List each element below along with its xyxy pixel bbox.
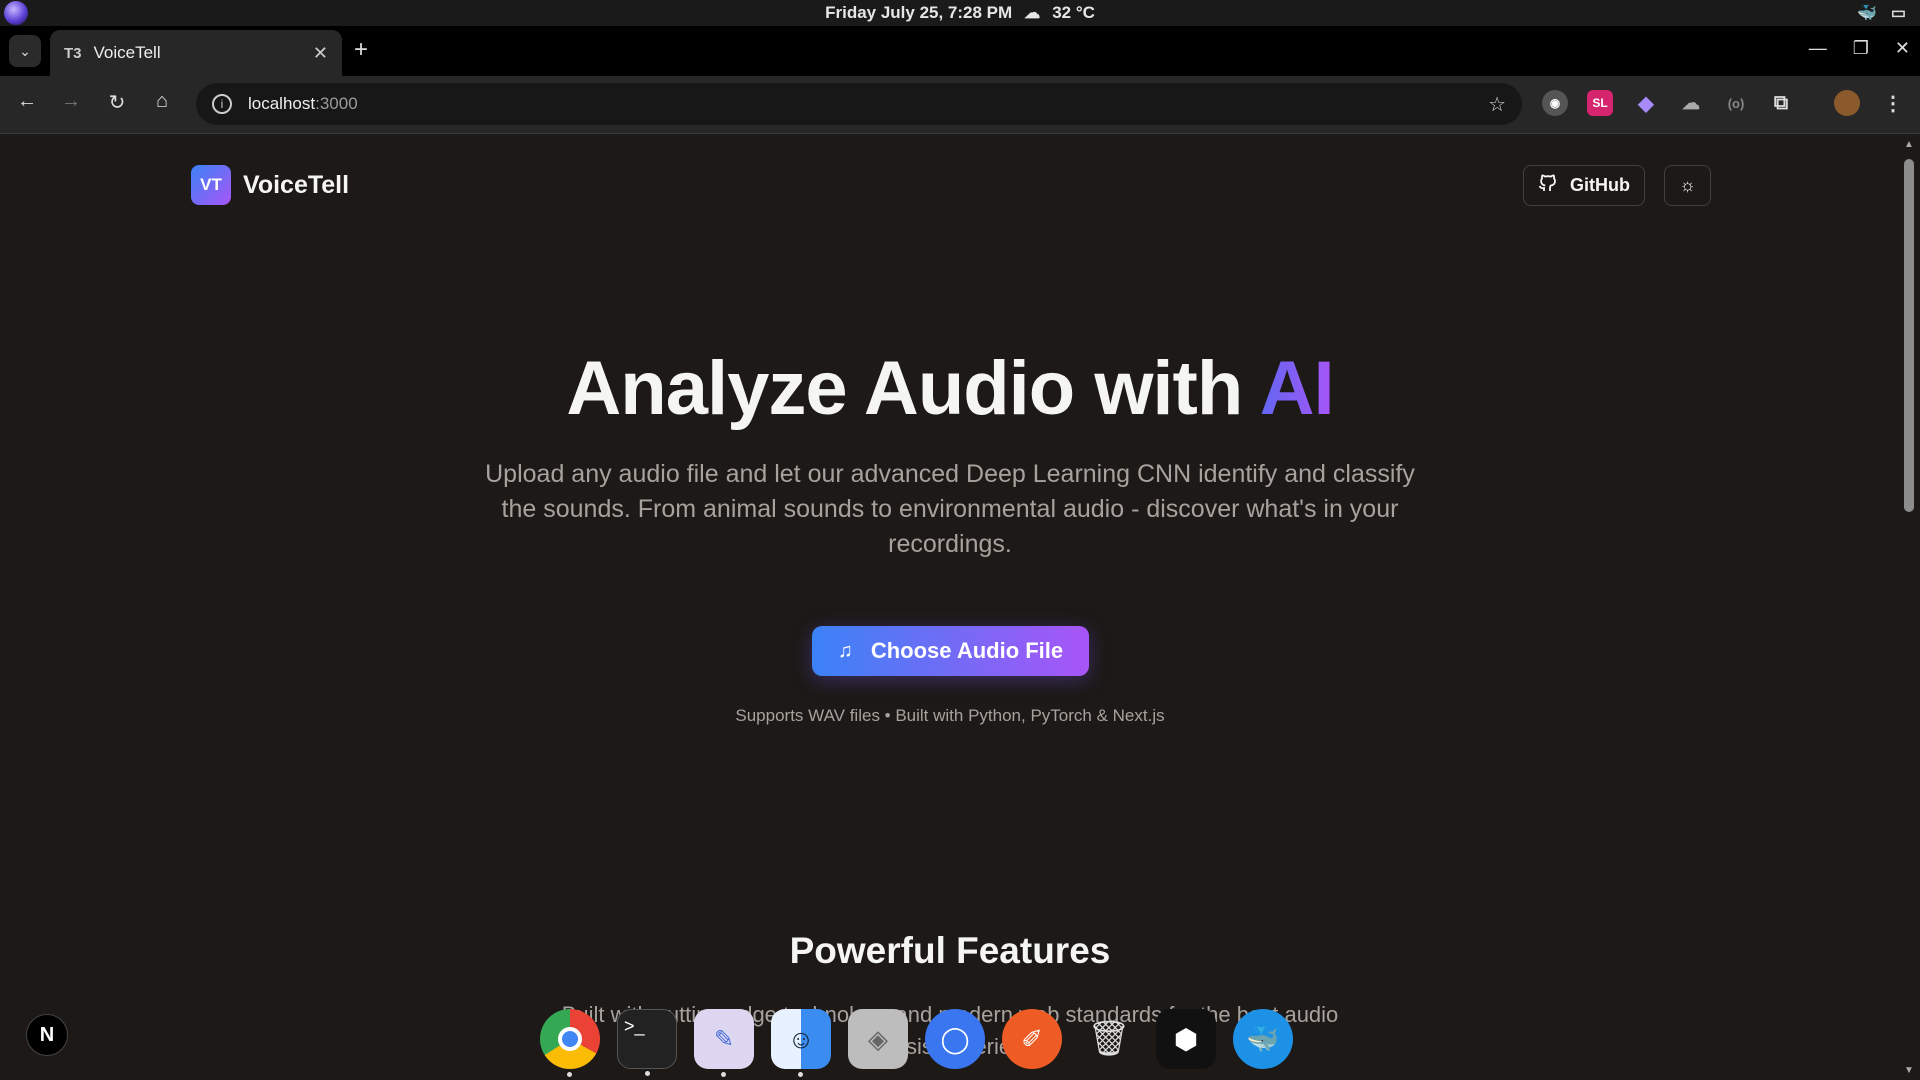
close-window-icon[interactable]: ✕ [1895,38,1910,59]
cta-label: Choose Audio File [870,638,1064,663]
features-title: Powerful Features [789,930,1111,971]
browser-menu-icon[interactable]: ⋮ [1880,90,1906,116]
github-icon [1538,173,1556,198]
home-icon[interactable]: ⌂ [147,90,177,113]
hero-title-prefix: Analyze Audio with [566,346,1260,431]
docker-tray-icon[interactable]: 🐳 [1857,3,1877,23]
bookmark-star-icon[interactable]: ☆ [1488,92,1506,117]
extension-sl-icon[interactable]: SL [1587,90,1613,116]
tab-favicon-icon: T3 [64,44,82,62]
brand-logo: VT [191,165,231,205]
back-arrow-icon[interactable]: ← [12,90,42,113]
text-editor-icon[interactable]: ✎ [694,1009,754,1077]
browser-tab-strip: ⌄ T3 VoiceTell ✕ + — ❐ ✕ [0,26,1920,76]
sun-icon: ☼ [1679,175,1696,195]
cube-app-icon[interactable]: ⬢ [1156,1009,1216,1069]
extension-cloud-icon[interactable]: ☁ [1678,90,1704,116]
os-menu-icon[interactable] [4,1,28,25]
tab-search-button[interactable]: ⌄ [9,35,41,67]
os-top-bar: Friday July 25, 7:28 PM ☁ 32 °C 🐳 ▭ [0,0,1920,26]
new-tab-button[interactable]: + [354,36,368,64]
scroll-down-icon[interactable]: ▼ [1904,1065,1914,1076]
address-port: :3000 [315,94,358,113]
browser-toolbar: ← → ↻ ⌂ i localhost :3000 ☆ ◉ SL ◆ ☁ (o)… [0,76,1920,134]
profile-avatar[interactable] [1834,90,1860,116]
tab-title: VoiceTell [93,43,161,62]
address-bar[interactable]: i localhost :3000 ☆ [196,83,1522,125]
terminal-icon[interactable]: >_ [617,1009,677,1076]
hero-subtitle: Upload any audio file and let our advanc… [485,460,1415,558]
choose-audio-file-button[interactable]: ♫ Choose Audio File [812,626,1089,676]
extension-broadcast-icon[interactable]: (o) [1723,90,1749,116]
scroll-up-icon[interactable]: ▲ [1904,139,1914,150]
extension-owl-icon[interactable]: ◉ [1542,90,1568,116]
chrome-icon[interactable] [540,1009,600,1077]
extension-diamond-icon[interactable]: ◆ [1633,90,1659,116]
address-host: localhost [248,94,316,113]
hero-title: Analyze Audio with AI [0,345,1900,432]
scrollbar-thumb[interactable] [1904,159,1914,512]
page-content: VT VoiceTell GitHub ☼ Analyze Audio with… [0,135,1898,1080]
github-label: GitHub [1570,175,1630,195]
supports-note: Supports WAV files • Built with Python, … [735,706,1165,725]
docker-icon[interactable]: 🐳 [1233,1009,1293,1069]
nextjs-dev-badge[interactable]: N [26,1014,68,1056]
brave-icon[interactable]: ◈ [848,1009,908,1069]
os-clock[interactable]: Friday July 25, 7:28 PM [825,3,1012,23]
theme-toggle-button[interactable]: ☼ [1664,165,1711,206]
site-info-icon[interactable]: i [212,94,232,114]
os-temperature: 32 °C [1052,3,1095,22]
minimize-icon[interactable]: — [1809,38,1827,59]
music-note-icon: ♫ [837,639,853,662]
page-scrollbar[interactable]: ▲ ▼ [1898,135,1920,1080]
cloud-icon: ☁ [1024,5,1041,22]
system-tray-icon[interactable]: ▭ [1891,3,1906,23]
brand[interactable]: VT VoiceTell [191,165,349,205]
trash-icon[interactable]: 🗑 [1079,1009,1139,1069]
reload-icon[interactable]: ↻ [102,90,132,115]
dock: >_ ✎ ☺ ◈ ◯ ✐ 🗑 ⬢ 🐳 [540,1004,1293,1077]
finder-icon[interactable]: ☺ [771,1009,831,1077]
tab-voicetell[interactable]: T3 VoiceTell ✕ [50,30,342,76]
restore-icon[interactable]: ❐ [1853,38,1869,59]
github-button[interactable]: GitHub [1523,165,1645,206]
signal-icon[interactable]: ◯ [925,1009,985,1069]
forward-arrow-icon[interactable]: → [56,90,86,113]
extensions-puzzle-icon[interactable]: ⧉ [1768,90,1794,116]
postman-icon[interactable]: ✐ [1002,1009,1062,1069]
brand-name: VoiceTell [243,170,350,199]
tab-close-icon[interactable]: ✕ [313,43,328,64]
hero-title-accent: AI [1259,346,1335,431]
